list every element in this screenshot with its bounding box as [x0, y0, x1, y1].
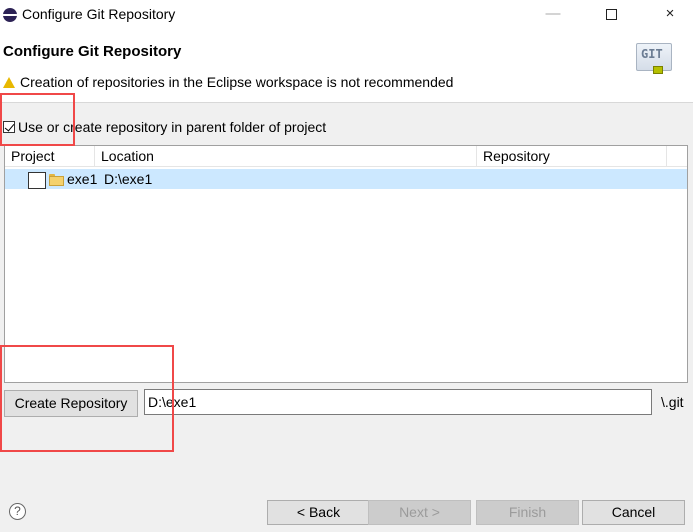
table-header: Project Location Repository [5, 146, 687, 167]
warning-icon [3, 77, 15, 88]
repository-path-field[interactable]: D:\exe1 [144, 389, 652, 415]
table-row[interactable]: exe1 D:\exe1 [5, 169, 687, 189]
git-suffix-label: \.git [661, 394, 684, 410]
page-title: Configure Git Repository [3, 43, 182, 60]
wizard-content: Use or create repository in parent folde… [0, 102, 693, 532]
git-logo-text: GIT [641, 47, 663, 61]
title-bar: Configure Git Repository — × [0, 0, 693, 30]
maximize-button[interactable] [588, 0, 634, 30]
highlight-box-create-repository [0, 345, 174, 452]
warning-message: Creation of repositories in the Eclipse … [3, 74, 453, 90]
back-button[interactable]: < Back [267, 500, 370, 525]
project-checkbox[interactable] [28, 172, 46, 189]
help-icon[interactable]: ? [9, 503, 26, 520]
column-header-location[interactable]: Location [95, 146, 477, 167]
git-logo: GIT [636, 43, 672, 74]
column-header-project[interactable]: Project [5, 146, 95, 167]
maximize-icon [605, 9, 617, 20]
minimize-button[interactable]: — [530, 0, 576, 30]
highlight-box-checkbox [0, 93, 75, 146]
project-location: D:\exe1 [104, 171, 153, 187]
project-name: exe1 [67, 171, 98, 187]
window-title: Configure Git Repository [22, 6, 176, 22]
cancel-button[interactable]: Cancel [582, 500, 685, 525]
wizard-header: Configure Git Repository Creation of rep… [0, 30, 693, 102]
folder-icon [49, 174, 64, 186]
next-button[interactable]: Next > [368, 500, 471, 525]
warning-text: Creation of repositories in the Eclipse … [20, 74, 454, 90]
finish-button[interactable]: Finish [476, 500, 579, 525]
eclipse-icon [3, 8, 17, 22]
column-header-repository[interactable]: Repository [477, 146, 667, 167]
close-button[interactable]: × [647, 0, 693, 30]
